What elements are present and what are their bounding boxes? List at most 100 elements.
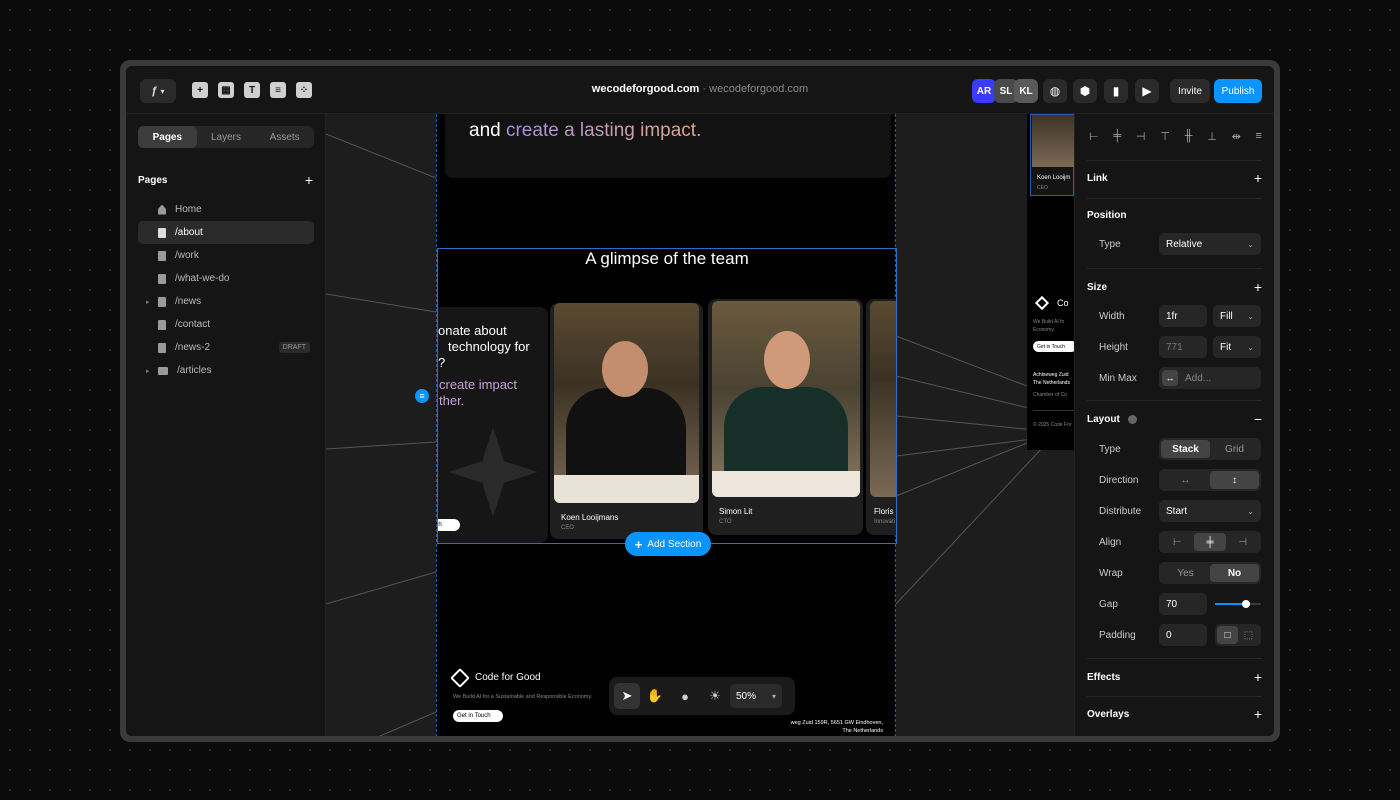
comment-icon[interactable]: ● (670, 689, 700, 704)
avatar[interactable]: KL (1014, 79, 1038, 103)
site-frame[interactable]: and create a lasting impact. A glimpse o… (436, 114, 897, 736)
app-window: ƒ ▾ + ▦ T ≡ ⁘ wecodeforgood.com · wecode… (120, 60, 1280, 742)
preview-play-icon[interactable]: ▶ (1135, 79, 1159, 103)
page-label: /contact (175, 319, 211, 330)
vertical-arrow-icon[interactable]: ↕ (1210, 471, 1259, 489)
promo-cta-button[interactable]: uch (438, 519, 460, 531)
section-handle-icon[interactable]: ≡ (415, 389, 429, 403)
team-card[interactable]: Koen Looijmans CEO (550, 303, 703, 539)
page-label: /articles (177, 365, 212, 376)
sun-icon[interactable]: ☀ (700, 688, 730, 704)
globe-icon[interactable]: ◍ (1043, 79, 1067, 103)
team-card[interactable]: Simon Lit CTO (708, 299, 863, 535)
breakpoint-preview[interactable]: Koen Looijm CEO Co We Build AI fo Econom… (1027, 114, 1074, 450)
caret-right-icon[interactable]: ▸ (146, 298, 150, 306)
preview-name: Koen Looijm (1037, 175, 1071, 181)
gap-slider-thumb[interactable] (1242, 600, 1251, 608)
horizontal-arrow-icon[interactable]: ↔ (1161, 471, 1210, 489)
add-section-label: Add Section (647, 538, 702, 550)
team-name: Floris B (874, 507, 896, 516)
gap-slider[interactable] (1215, 600, 1261, 608)
person-head (764, 331, 810, 389)
collapse-layout-icon[interactable]: − (1254, 411, 1262, 427)
align-bottom-icon[interactable]: ⊥ (1207, 130, 1217, 143)
home-icon (158, 204, 166, 215)
add-size-icon[interactable]: + (1254, 279, 1262, 295)
page-item-news[interactable]: ▸ /news (138, 290, 314, 313)
canvas[interactable]: and create a lasting impact. A glimpse o… (326, 114, 1074, 736)
settings-icon[interactable]: ⬢ (1073, 79, 1097, 103)
align-center-icon[interactable]: ╪ (1193, 533, 1227, 551)
distribute-v-icon[interactable]: ≡ (1256, 130, 1262, 143)
height-mode-select[interactable]: Fit ⌄ (1213, 336, 1261, 358)
align-middle-icon[interactable]: ╫ (1185, 130, 1193, 143)
stack-option[interactable]: Stack (1161, 440, 1210, 458)
team-card[interactable]: Floris B Innovati (866, 299, 896, 535)
align-top-icon[interactable]: ⊤ (1160, 130, 1170, 143)
hand-icon[interactable]: ✋ (640, 688, 670, 704)
divider (1087, 400, 1262, 401)
align-start-icon[interactable]: ⊢ (1161, 533, 1194, 551)
distribute-select[interactable]: Start ⌄ (1159, 500, 1261, 522)
left-panel: Pages Layers Assets Pages + Home /about … (126, 114, 326, 736)
team-name: Koen Looijmans (561, 513, 619, 522)
page-item-contact[interactable]: /contact (138, 313, 314, 336)
wrap-yes-option[interactable]: Yes (1161, 564, 1210, 582)
analytics-icon[interactable]: ▮ (1104, 79, 1128, 103)
tab-pages[interactable]: Pages (138, 126, 197, 148)
padding-input[interactable]: 0 (1159, 624, 1207, 646)
align-left-icon[interactable]: ⊢ (1089, 130, 1099, 143)
preview-cta-button[interactable]: Get in Touch (1033, 341, 1074, 352)
position-section-title: Position (1087, 210, 1127, 221)
width-mode-select[interactable]: Fill ⌄ (1213, 305, 1261, 327)
add-link-icon[interactable]: + (1254, 170, 1262, 186)
width-input[interactable]: 1fr (1159, 305, 1207, 327)
wrap-no-option[interactable]: No (1210, 564, 1259, 582)
layout-type-label: Type (1099, 444, 1121, 455)
add-effect-icon[interactable]: + (1254, 669, 1262, 685)
tab-layers[interactable]: Layers (197, 126, 256, 148)
site-name: wecodeforgood.com (591, 83, 700, 95)
page-item-work[interactable]: /work (138, 244, 314, 267)
footer-brand: Code for Good (475, 672, 541, 683)
promo-line: create impact (439, 377, 518, 392)
tab-assets[interactable]: Assets (255, 126, 314, 148)
avatar[interactable]: AR (972, 79, 996, 103)
height-mode-value: Fit (1220, 341, 1232, 353)
caret-right-icon[interactable]: ▸ (146, 367, 150, 375)
plus-icon: + (634, 536, 643, 552)
gap-input[interactable]: 70 (1159, 593, 1207, 615)
page-item-what-we-do[interactable]: /what-we-do (138, 267, 314, 290)
align-toggle: ⊢ ╪ ⊣ (1159, 531, 1261, 553)
page-item-home[interactable]: Home (138, 198, 314, 221)
cursor-icon[interactable]: ➤ (614, 683, 640, 709)
position-type-select[interactable]: Relative ⌄ (1159, 233, 1261, 255)
invite-button[interactable]: Invite (1170, 79, 1210, 103)
distribute-h-icon[interactable]: ⇹ (1232, 130, 1241, 143)
page-item-about[interactable]: /about (138, 221, 314, 244)
align-center-h-icon[interactable]: ╪ (1113, 130, 1121, 143)
page-item-news-2[interactable]: /news-2 DRAFT (138, 336, 314, 359)
padding-individual-icon[interactable]: ⬚ (1238, 626, 1259, 644)
team-section[interactable]: A glimpse of the team onate about techno… (437, 248, 897, 544)
align-end-icon[interactable]: ⊣ (1226, 533, 1259, 551)
pages-section-title: Pages (138, 175, 168, 186)
footer-cta-button[interactable]: Get in Touch (453, 710, 503, 722)
publish-button[interactable]: Publish (1214, 79, 1262, 103)
page-label: /about (175, 227, 203, 238)
padding-uniform-icon[interactable]: □ (1217, 626, 1238, 644)
add-page-icon[interactable]: + (305, 172, 313, 188)
align-right-icon[interactable]: ⊣ (1136, 130, 1146, 143)
size-section-title: Size (1087, 282, 1108, 293)
info-icon[interactable] (1127, 415, 1137, 424)
star-shape-icon (448, 427, 538, 517)
height-input[interactable]: 771 (1159, 336, 1207, 358)
page-item-articles[interactable]: ▸ /articles (138, 359, 314, 382)
minmax-field[interactable]: ↔ Add... (1159, 367, 1261, 389)
zoom-select[interactable]: 50% ▾ (730, 684, 782, 708)
table-surface (712, 471, 860, 497)
top-bar: ƒ ▾ + ▦ T ≡ ⁘ wecodeforgood.com · wecode… (126, 66, 1274, 114)
grid-option[interactable]: Grid (1210, 440, 1259, 458)
add-section-button[interactable]: + Add Section (625, 532, 711, 556)
add-overlay-icon[interactable]: + (1254, 706, 1262, 722)
